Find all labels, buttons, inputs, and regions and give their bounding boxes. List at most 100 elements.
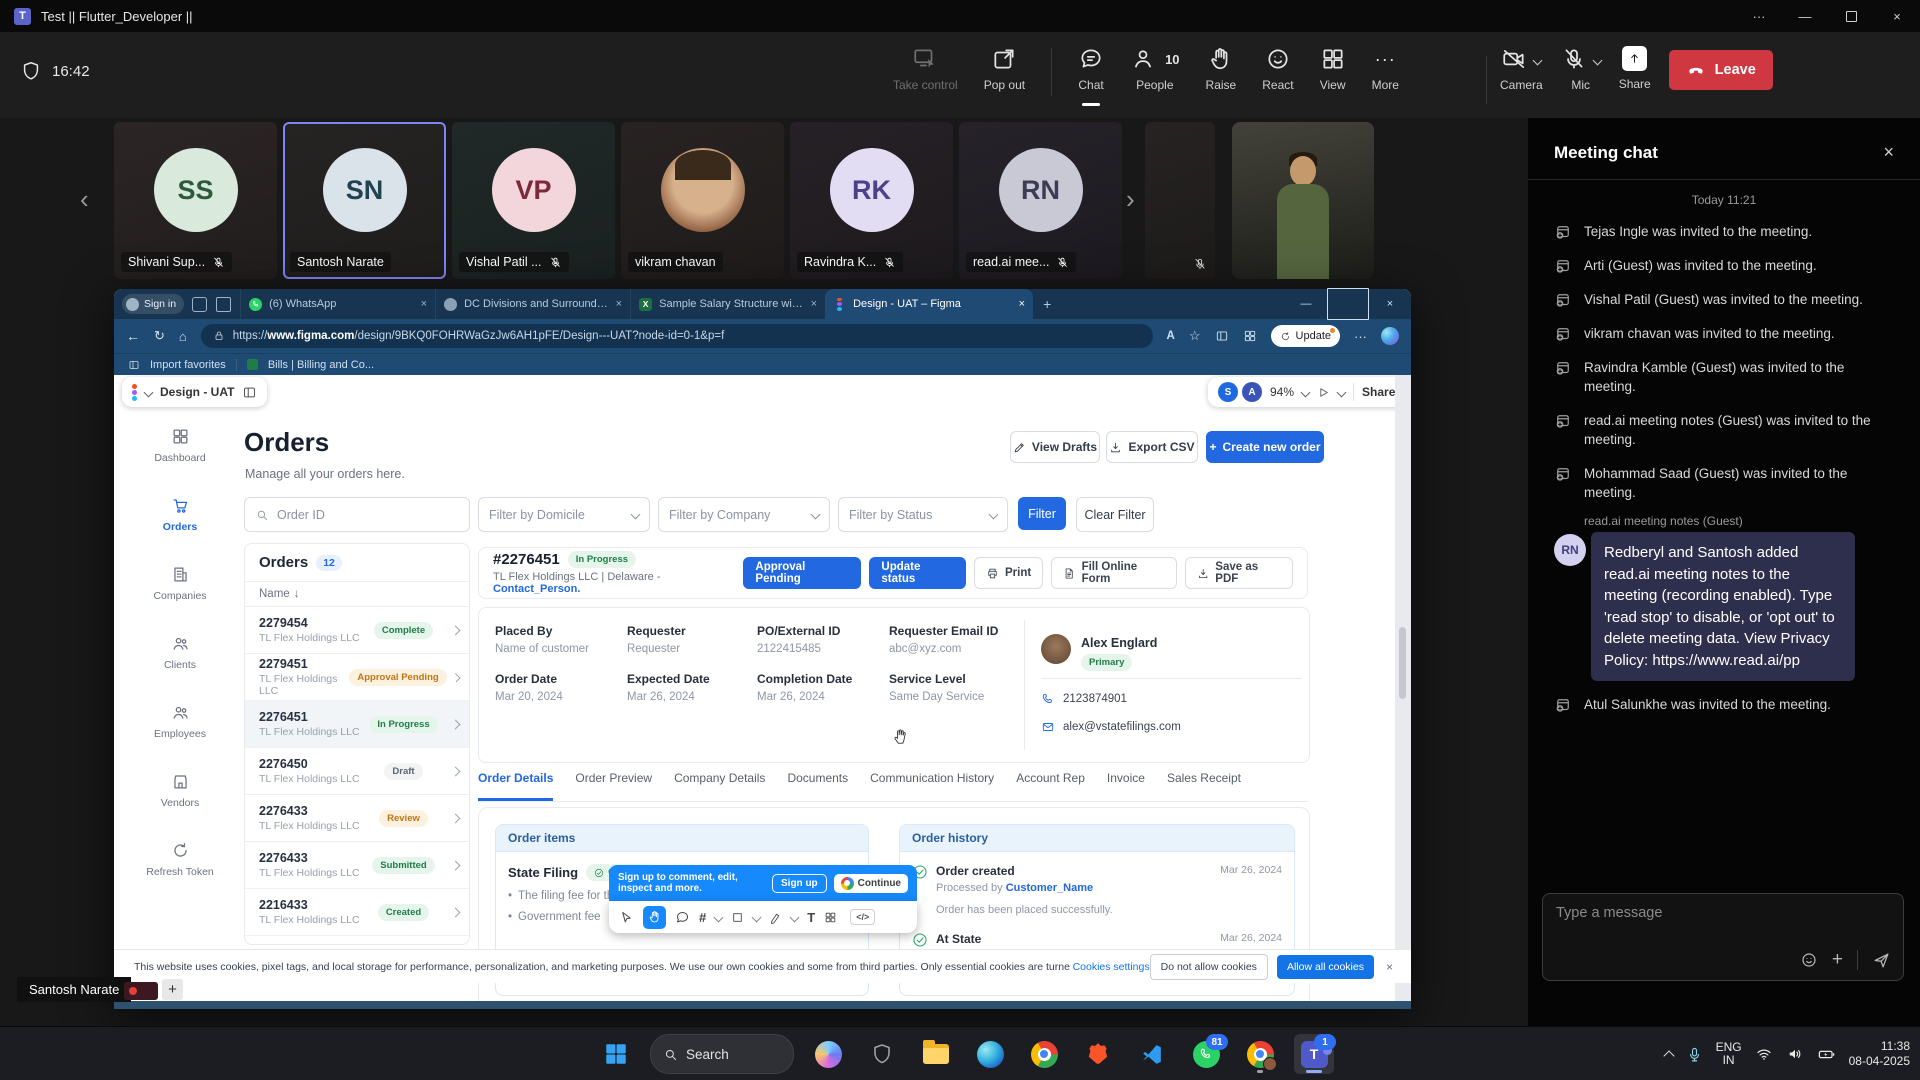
video-tile-readai[interactable]: RN read.ai mee... bbox=[959, 122, 1122, 279]
comment-tool-icon[interactable] bbox=[675, 910, 690, 925]
browser-minimize-button[interactable]: — bbox=[1285, 289, 1327, 319]
whatsapp-button[interactable]: 81 bbox=[1186, 1034, 1226, 1074]
more-button[interactable]: ··· More bbox=[1372, 40, 1399, 92]
cookies-settings-link[interactable]: Cookies settings bbox=[1073, 961, 1150, 973]
chevron-down-icon[interactable] bbox=[144, 387, 154, 397]
file-explorer-button[interactable] bbox=[916, 1034, 956, 1074]
home-icon[interactable]: ⌂ bbox=[179, 329, 187, 344]
tiles-next-arrow[interactable]: › bbox=[1126, 184, 1135, 215]
sender-avatar[interactable]: RN bbox=[1554, 534, 1586, 566]
browser-update-button[interactable]: Update bbox=[1271, 325, 1340, 347]
figma-share-button[interactable]: Share bbox=[1362, 385, 1395, 399]
cookie-close-icon[interactable]: × bbox=[1386, 960, 1393, 974]
sidebar-item-employees[interactable]: Employees bbox=[132, 697, 228, 766]
favorites-bar-icon[interactable] bbox=[1243, 329, 1257, 343]
chrome-profile-button[interactable] bbox=[1240, 1034, 1280, 1074]
create-new-order-button[interactable]: +Create new order bbox=[1206, 431, 1324, 463]
tab-salary-sheet[interactable]: X Sample Salary Structure with calc× bbox=[630, 289, 825, 319]
collaborator-avatar[interactable]: A bbox=[1242, 382, 1262, 402]
tray-expand-chevron-icon[interactable] bbox=[1663, 1050, 1674, 1061]
deny-cookies-button[interactable]: Do not allow cookies bbox=[1150, 954, 1268, 980]
browser-signin-button[interactable]: Sign in bbox=[122, 294, 184, 314]
chat-message-input[interactable]: Type a message + bbox=[1542, 893, 1904, 981]
new-tab-button[interactable]: + bbox=[1043, 296, 1051, 312]
video-tile-vikram[interactable]: vikram chavan bbox=[621, 122, 784, 279]
bills-bookmark-link[interactable]: Bills | Billing and Co... bbox=[268, 359, 374, 371]
allow-cookies-button[interactable]: Allow all cookies bbox=[1277, 955, 1374, 979]
import-favorites-link[interactable]: Import favorites bbox=[150, 359, 226, 371]
teams-button[interactable]: T 1 bbox=[1294, 1034, 1334, 1074]
start-button[interactable] bbox=[596, 1034, 636, 1074]
add-overlay-button[interactable]: + bbox=[162, 979, 183, 1000]
sidebar-item-companies[interactable]: Companies bbox=[132, 559, 228, 628]
back-icon[interactable]: ← bbox=[126, 328, 140, 344]
window-maximize-button[interactable] bbox=[1828, 0, 1874, 32]
edge-button[interactable] bbox=[970, 1034, 1010, 1074]
raise-hand-button[interactable]: Raise bbox=[1206, 40, 1237, 92]
collections-icon[interactable] bbox=[1215, 329, 1229, 343]
pop-out-button[interactable]: Pop out bbox=[984, 40, 1025, 92]
view-drafts-button[interactable]: View Drafts bbox=[1010, 431, 1100, 463]
actions-tool-icon[interactable] bbox=[824, 911, 837, 924]
camera-options-chevron-icon[interactable] bbox=[1533, 55, 1543, 65]
tab-documents[interactable]: Documents bbox=[787, 771, 848, 801]
sidebar-item-clients[interactable]: Clients bbox=[132, 628, 228, 697]
camera-button[interactable]: Camera bbox=[1500, 40, 1543, 92]
order-row[interactable]: 2276433TL Flex Holdings LLCSubmitted bbox=[245, 842, 469, 889]
volume-icon[interactable] bbox=[1786, 1045, 1804, 1063]
tab-figma-active[interactable]: Design - UAT – Figma× bbox=[825, 289, 1033, 319]
hand-tool-active[interactable] bbox=[643, 906, 666, 929]
share-button[interactable]: Share bbox=[1619, 40, 1651, 91]
language-indicator[interactable]: ENGIN bbox=[1716, 1041, 1742, 1067]
chrome-button[interactable] bbox=[1024, 1034, 1064, 1074]
copilot-icon[interactable] bbox=[1381, 327, 1399, 345]
export-csv-button[interactable]: Export CSV bbox=[1106, 431, 1198, 463]
mic-button[interactable]: Mic bbox=[1561, 40, 1601, 92]
tab-dc-divisions[interactable]: DC Divisions and Surroundings× bbox=[435, 289, 630, 319]
sign-up-button[interactable]: Sign up bbox=[772, 874, 827, 893]
window-minimize-button[interactable]: — bbox=[1782, 0, 1828, 32]
sidebar-item-orders[interactable]: Orders bbox=[132, 490, 228, 559]
tiles-previous-arrow[interactable]: ‹ bbox=[80, 184, 89, 215]
attach-plus-icon[interactable]: + bbox=[1832, 949, 1843, 971]
send-icon[interactable] bbox=[1872, 951, 1891, 970]
battery-icon[interactable] bbox=[1817, 1045, 1836, 1064]
window-close-button[interactable]: × bbox=[1874, 0, 1920, 32]
favorite-star-icon[interactable]: ☆ bbox=[1189, 328, 1201, 344]
video-tile-vishal[interactable]: VP Vishal Patil ... bbox=[452, 122, 615, 279]
tab-sales-receipt[interactable]: Sales Receipt bbox=[1167, 771, 1241, 801]
tab-company-details[interactable]: Company Details bbox=[674, 771, 765, 801]
update-status-button[interactable]: Update status bbox=[869, 557, 966, 589]
view-button[interactable]: View bbox=[1320, 40, 1346, 92]
wifi-icon[interactable] bbox=[1755, 1045, 1773, 1063]
order-row[interactable]: 2279454TL Flex Holdings LLCComplete bbox=[245, 607, 469, 654]
tab-communication-history[interactable]: Communication History bbox=[870, 771, 994, 801]
browser-menu-icon[interactable]: ··· bbox=[1354, 329, 1367, 344]
zoom-chevron-icon[interactable] bbox=[1301, 387, 1311, 397]
video-tile-santosh[interactable]: SN Santosh Narate bbox=[283, 122, 446, 279]
sidebar-item-refresh-token[interactable]: Refresh Token bbox=[132, 835, 228, 904]
chat-button[interactable]: Chat bbox=[1078, 40, 1104, 92]
filter-status-select[interactable]: Filter by Status bbox=[838, 497, 1008, 532]
orders-sort-header[interactable]: Name↓ bbox=[245, 582, 469, 607]
tab-order-details[interactable]: Order Details bbox=[478, 771, 553, 801]
collaborator-avatar[interactable]: S bbox=[1218, 382, 1238, 402]
shape-tool-icon[interactable] bbox=[731, 911, 744, 924]
leave-button[interactable]: Leave bbox=[1669, 50, 1773, 90]
window-more-button[interactable]: ··· bbox=[1736, 0, 1782, 32]
video-tile-ravindra[interactable]: RK Ravindra K... bbox=[790, 122, 953, 279]
contact-phone[interactable]: 2123874901 bbox=[1063, 693, 1127, 705]
tab-close-icon[interactable]: × bbox=[811, 298, 817, 310]
sidebar-item-dashboard[interactable]: Dashboard bbox=[132, 421, 228, 490]
order-row[interactable]: 2276450TL Flex Holdings LLCDraft bbox=[245, 748, 469, 795]
read-aloud-icon[interactable]: A bbox=[1167, 330, 1175, 342]
tab-invoice[interactable]: Invoice bbox=[1107, 771, 1145, 801]
order-id-search-input[interactable]: Order ID bbox=[244, 497, 470, 532]
taskbar-search[interactable]: Search bbox=[650, 1034, 794, 1074]
tab-whatsapp[interactable]: (6) WhatsApp× bbox=[240, 289, 435, 319]
google-continue-button[interactable]: Continue bbox=[834, 874, 908, 893]
customer-name-link[interactable]: Customer_Name bbox=[1006, 882, 1093, 894]
pen-tool-icon[interactable] bbox=[769, 911, 782, 924]
people-button[interactable]: 10 People bbox=[1130, 40, 1179, 92]
order-row[interactable]: 2216433TL Flex Holdings LLCCreated bbox=[245, 889, 469, 936]
